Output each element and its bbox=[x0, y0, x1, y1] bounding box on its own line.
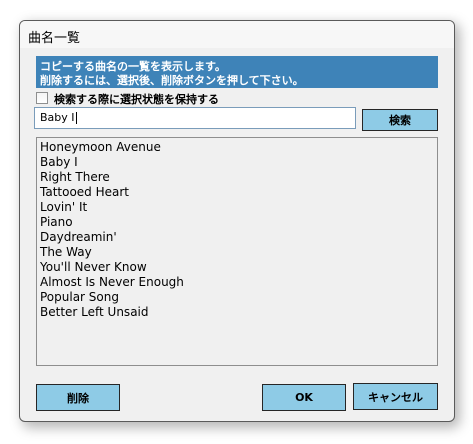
cancel-button[interactable]: キャンセル bbox=[353, 383, 438, 410]
song-listbox[interactable]: Honeymoon Avenue Baby I Right There Tatt… bbox=[36, 137, 438, 366]
list-item[interactable]: Daydreamin' bbox=[40, 230, 434, 245]
text-caret bbox=[75, 112, 77, 124]
instruction-banner: コピーする曲名の一覧を表示します。 削除するには、選択後、削除ボタンを押して下さ… bbox=[36, 56, 438, 88]
list-item[interactable]: Tattooed Heart bbox=[40, 185, 434, 200]
list-item[interactable]: Lovin' It bbox=[40, 200, 434, 215]
list-item[interactable]: Baby I bbox=[40, 155, 434, 170]
list-item[interactable]: The Way bbox=[40, 245, 434, 260]
delete-button[interactable]: 削除 bbox=[36, 384, 120, 411]
list-item[interactable]: You'll Never Know bbox=[40, 260, 434, 275]
list-item[interactable]: Almost Is Never Enough bbox=[40, 275, 434, 290]
window-title: 曲名一覧 bbox=[28, 31, 81, 46]
list-item[interactable]: Piano bbox=[40, 215, 434, 230]
ok-button[interactable]: OK bbox=[262, 384, 346, 411]
song-list-dialog: 曲名一覧 コピーする曲名の一覧を表示します。 削除するには、選択後、削除ボタンを… bbox=[19, 20, 455, 422]
list-item[interactable]: Popular Song bbox=[40, 290, 434, 305]
search-input[interactable]: Baby I bbox=[34, 107, 356, 129]
search-input-value: Baby I bbox=[40, 111, 75, 124]
list-item[interactable]: Right There bbox=[40, 170, 434, 185]
title-bar[interactable]: 曲名一覧 bbox=[20, 21, 454, 48]
keep-selection-checkbox[interactable] bbox=[36, 92, 48, 104]
keep-selection-label[interactable]: 検索する際に選択状態を保持する bbox=[54, 91, 219, 107]
list-item[interactable]: Honeymoon Avenue bbox=[40, 140, 434, 155]
search-button[interactable]: 検索 bbox=[362, 109, 438, 131]
instruction-line-2: 削除するには、選択後、削除ボタンを押して下さい。 bbox=[40, 74, 304, 87]
list-item[interactable]: Better Left Unsaid bbox=[40, 305, 434, 320]
